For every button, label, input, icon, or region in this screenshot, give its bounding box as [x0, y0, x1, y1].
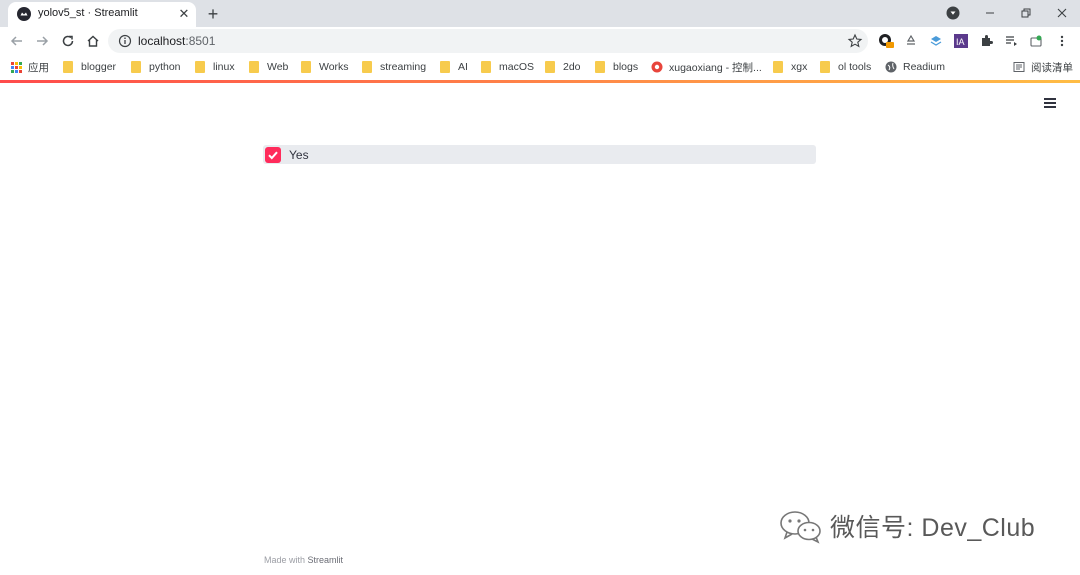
- reading-list-icon: [1013, 62, 1025, 72]
- gear-site-icon: [651, 61, 663, 73]
- folder-icon: [249, 61, 259, 73]
- watermark-text: 微信号: Dev_Club: [830, 514, 1036, 542]
- folder-icon: [545, 61, 555, 73]
- site-info-icon[interactable]: [118, 34, 132, 48]
- bookmark-label: 应用: [28, 61, 49, 74]
- folder-icon: [440, 61, 450, 73]
- bookmark-label: Readium: [903, 61, 946, 73]
- yes-checkbox[interactable]: Yes: [263, 145, 816, 164]
- wechat-icon: [780, 511, 821, 544]
- bookmark-folder-ol-tools[interactable]: ol tools: [820, 60, 871, 74]
- tab-strip: yolov5_st · Streamlit ✕ +: [0, 0, 1080, 27]
- url-port: :8501: [185, 34, 216, 48]
- tab-title: yolov5_st · Streamlit: [38, 7, 138, 19]
- bookmark-label: python: [149, 61, 181, 73]
- reading-list-button[interactable]: 阅读清单: [1013, 60, 1073, 74]
- url-text: localhost:8501: [138, 34, 215, 48]
- bookmark-label: macOS: [499, 61, 535, 73]
- bookmark-folder-python[interactable]: python: [131, 60, 181, 74]
- streamlit-decoration-bar: [0, 80, 1080, 83]
- bookmark-label: streaming: [380, 61, 427, 73]
- bookmark-label: blogs: [613, 61, 639, 73]
- bookmark-folder-web[interactable]: Web: [249, 60, 288, 74]
- checkbox-checked-icon[interactable]: [265, 146, 281, 163]
- footer: Made with Streamlit: [264, 555, 343, 565]
- folder-icon: [362, 61, 372, 73]
- checkbox-label: Yes: [289, 147, 309, 162]
- folder-icon: [820, 61, 830, 73]
- back-button[interactable]: [7, 31, 27, 51]
- ia-extension-icon[interactable]: IA: [953, 33, 969, 49]
- playlist-icon[interactable]: [1003, 33, 1019, 49]
- bookmark-folder-xgx[interactable]: xgx: [773, 60, 807, 74]
- bookmark-apps[interactable]: 应用: [11, 60, 49, 74]
- bookmark-folder-macos[interactable]: macOS: [481, 60, 534, 74]
- browser-toolbar: localhost:8501 IA: [0, 27, 1080, 55]
- streamlit-favicon-icon: [17, 7, 31, 21]
- footer-prefix: Made with: [264, 555, 306, 565]
- tab-close-icon[interactable]: ✕: [176, 6, 192, 22]
- bookmark-label: Works: [319, 61, 349, 73]
- bookmark-folder-ai[interactable]: AI: [440, 60, 468, 74]
- address-bar[interactable]: localhost:8501: [108, 29, 868, 53]
- bookmark-label: Web: [267, 61, 289, 73]
- new-tab-button[interactable]: +: [203, 4, 223, 24]
- bookmark-site-xugaoxiang[interactable]: xugaoxiang - 控制...: [651, 60, 762, 74]
- browser-tab[interactable]: yolov5_st · Streamlit ✕: [8, 2, 196, 27]
- bookmark-label: 2do: [563, 61, 581, 73]
- bookmark-site-readium[interactable]: Readium: [885, 60, 945, 74]
- folder-icon: [301, 61, 311, 73]
- close-window-button[interactable]: [1048, 2, 1076, 24]
- globe-icon: [885, 61, 897, 73]
- folder-icon: [595, 61, 605, 73]
- reload-button[interactable]: [58, 31, 78, 51]
- apps-grid-icon: [11, 61, 22, 73]
- bookmark-folder-blogs[interactable]: blogs: [595, 60, 638, 74]
- layers-extension-icon[interactable]: [928, 33, 944, 49]
- bookmark-folder-linux[interactable]: linux: [195, 60, 235, 74]
- bookmark-label: linux: [213, 61, 235, 73]
- update-extension-icon[interactable]: [1028, 33, 1044, 49]
- browser-menu-icon[interactable]: [1054, 33, 1070, 49]
- footer-streamlit-link[interactable]: Streamlit: [308, 555, 344, 565]
- restore-button[interactable]: [1012, 2, 1040, 24]
- media-control-icon[interactable]: [946, 6, 960, 20]
- folder-icon: [131, 61, 141, 73]
- bookmark-label: xugaoxiang - 控制...: [669, 61, 762, 74]
- extension-badge-icon[interactable]: [878, 33, 894, 49]
- folder-icon: [63, 61, 73, 73]
- reading-list-label: 阅读清单: [1031, 61, 1073, 74]
- folder-icon: [481, 61, 491, 73]
- bookmark-label: xgx: [791, 61, 808, 73]
- bookmark-folder-streaming[interactable]: streaming: [362, 60, 426, 74]
- home-button[interactable]: [83, 31, 103, 51]
- folder-icon: [773, 61, 783, 73]
- bookmark-label: ol tools: [838, 61, 872, 73]
- folder-icon: [195, 61, 205, 73]
- wechat-watermark: 微信号: Dev_Club: [778, 508, 1035, 544]
- bookmark-folder-works[interactable]: Works: [301, 60, 349, 74]
- bookmark-folder-2do[interactable]: 2do: [545, 60, 581, 74]
- recycle-extension-icon[interactable]: [903, 33, 919, 49]
- url-host: localhost: [138, 34, 186, 48]
- svg-text:IA: IA: [956, 37, 965, 47]
- main-menu-icon[interactable]: [1044, 96, 1058, 110]
- bookmarks-bar: 应用 blogger python linux Web Works stream…: [0, 55, 1080, 79]
- minimize-button[interactable]: [976, 2, 1004, 24]
- bookmark-star-icon[interactable]: [847, 33, 863, 49]
- bookmark-label: blogger: [81, 61, 117, 73]
- forward-button[interactable]: [32, 31, 52, 51]
- extensions-puzzle-icon[interactable]: [978, 33, 994, 49]
- bookmark-label: AI: [458, 61, 468, 73]
- bookmark-folder-blogger[interactable]: blogger: [63, 60, 116, 74]
